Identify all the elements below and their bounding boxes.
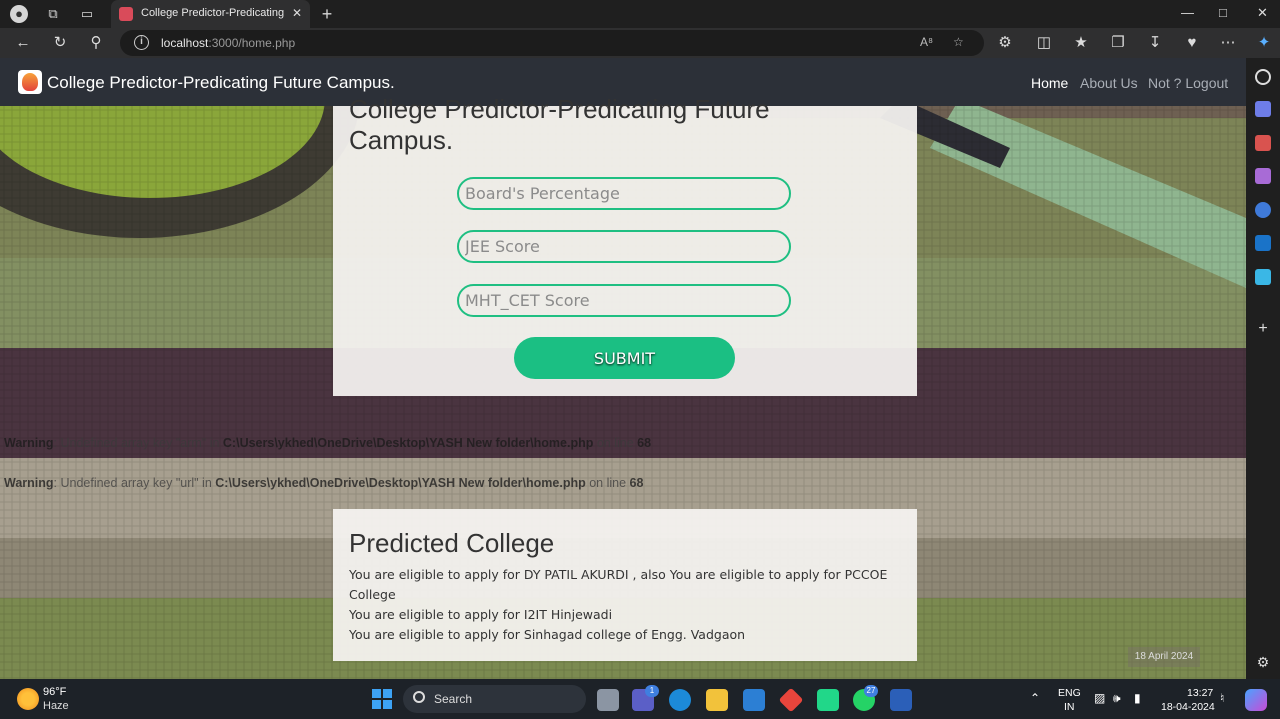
mht-cet-score-input[interactable]	[457, 284, 791, 317]
read-aloud-icon[interactable]: A⁸	[920, 35, 933, 49]
profile-icon[interactable]: ●	[10, 5, 28, 23]
favorite-star-icon[interactable]: ☆	[953, 35, 964, 49]
windows-taskbar: 96°F Haze Search 1 27 ⌃ ENG IN ▨ 🕪 ▮ 13:…	[0, 679, 1280, 719]
url-path: :3000/home.php	[208, 36, 296, 50]
split-screen-icon[interactable]: ◫	[1035, 34, 1053, 52]
prediction-result-card: Predicted College You are eligible to ap…	[333, 509, 917, 661]
edge-sidebar: + ⚙	[1246, 58, 1280, 679]
search-magnifier-icon	[413, 691, 425, 703]
favorites-icon[interactable]: ★	[1072, 34, 1090, 52]
settings-more-icon[interactable]: ⋯	[1219, 34, 1237, 52]
search-icon[interactable]: ⚲	[87, 34, 105, 52]
browser-essentials-icon[interactable]: ♥	[1183, 34, 1201, 52]
pycharm-icon[interactable]	[817, 689, 839, 711]
tab-title: College Predictor-Predicating Fut	[141, 7, 286, 19]
tools-icon[interactable]	[1255, 135, 1271, 151]
tab-favicon-icon	[119, 7, 133, 21]
php-warning: Warning: Undefined array key "arm" in C:…	[4, 436, 651, 450]
nav-about-link[interactable]: About Us	[1080, 75, 1138, 91]
battery-icon[interactable]: ▮	[1134, 691, 1141, 705]
sidebar-search-icon[interactable]	[1255, 69, 1271, 85]
warning-file: C:\Users\ykhed\OneDrive\Desktop\YASH New…	[222, 436, 594, 450]
browser-tab-bar: ● ⧉ ▭ College Predictor-Predicating Fut …	[0, 0, 1280, 28]
result-line: You are eligible to apply for Sinhagad c…	[349, 627, 746, 642]
prediction-form-card: College Predictor-Predicating Future Cam…	[333, 94, 917, 396]
taskbar-search[interactable]: Search	[403, 685, 586, 713]
word-icon[interactable]	[890, 689, 912, 711]
warning-on-line: on line	[593, 436, 638, 450]
vscode-icon[interactable]	[743, 689, 765, 711]
language-primary[interactable]: ENG	[1058, 687, 1081, 699]
window-close-icon[interactable]: ✕	[1257, 5, 1268, 21]
refresh-icon[interactable]: ↻	[51, 34, 69, 52]
result-line: You are eligible to apply for I2IT Hinje…	[349, 607, 613, 622]
warning-label: Warning	[4, 436, 54, 450]
workspaces-icon[interactable]: ⧉	[44, 5, 62, 23]
warning-message: : Undefined array key "url" in	[53, 476, 216, 490]
warning-message: : Undefined array key "arm" in	[53, 436, 223, 450]
warning-on-line: on line	[585, 476, 630, 490]
site-logo-icon[interactable]	[18, 70, 42, 94]
page-viewport: College Predictor-Predicating Future Cam…	[0, 58, 1246, 679]
outlook-icon[interactable]	[1255, 235, 1271, 251]
url-text[interactable]: localhost:3000/home.php	[161, 36, 295, 50]
url-host: localhost	[161, 36, 209, 50]
tab-actions-icon[interactable]: ▭	[78, 5, 96, 23]
back-icon[interactable]: ←	[14, 34, 32, 52]
weather-sun-icon[interactable]	[17, 688, 39, 710]
nav-logout-link[interactable]: Not ? Logout	[1148, 75, 1228, 91]
minimize-icon[interactable]: —	[1181, 5, 1194, 20]
clock-date[interactable]: 18-04-2024	[1161, 701, 1215, 713]
copilot-icon[interactable]: ✦	[1255, 34, 1273, 52]
warning-label: Warning	[4, 476, 54, 490]
start-windows-icon[interactable]	[372, 689, 392, 709]
task-view-icon[interactable]	[597, 689, 619, 711]
submit-button[interactable]: SUBMIT	[514, 337, 735, 379]
taskbar-search-label: Search	[434, 692, 473, 706]
jee-score-input[interactable]	[457, 230, 791, 263]
board-percentage-input[interactable]	[457, 177, 791, 210]
extensions-icon[interactable]: ⚙	[996, 34, 1014, 52]
downloads-icon[interactable]: ↧	[1146, 34, 1164, 52]
nav-home-link[interactable]: Home	[1031, 75, 1068, 91]
maximize-icon[interactable]: □	[1219, 5, 1227, 20]
warning-file: C:\Users\ykhed\OneDrive\Desktop\YASH New…	[215, 476, 586, 490]
language-secondary[interactable]: IN	[1064, 701, 1075, 713]
volume-icon[interactable]: 🕪	[1113, 691, 1121, 706]
new-tab-icon[interactable]: +	[318, 5, 336, 23]
drop-icon[interactable]	[1255, 269, 1271, 285]
collections-icon[interactable]: ❐	[1109, 34, 1127, 52]
address-bar[interactable]: i localhost:3000/home.php A⁸ ☆	[120, 30, 984, 56]
form-heading: College Predictor-Predicating Future Cam…	[349, 94, 770, 155]
git-icon[interactable]	[778, 687, 804, 713]
network-icon[interactable]: ▨	[1094, 691, 1105, 705]
copilot-sidebar-icon[interactable]	[1255, 202, 1271, 218]
tab-active[interactable]: College Predictor-Predicating Fut ✕	[111, 0, 310, 28]
browser-toolbar: ← ↻ ⚲ i localhost:3000/home.php A⁸ ☆ ⚙ ◫…	[0, 28, 1280, 58]
site-info-icon[interactable]: i	[134, 35, 149, 50]
whatsapp-badge: 27	[864, 685, 878, 697]
edge-taskbar-icon[interactable]	[669, 689, 691, 711]
result-line: You are eligible to apply for DY PATIL A…	[349, 567, 888, 602]
php-warning: Warning: Undefined array key "url" in C:…	[4, 476, 643, 490]
shopping-tag-icon[interactable]	[1255, 101, 1271, 117]
clock-time[interactable]: 13:27	[1187, 687, 1213, 699]
copilot-taskbar-icon[interactable]	[1245, 689, 1267, 711]
sidebar-settings-icon[interactable]: ⚙	[1255, 654, 1271, 670]
tray-chevron-icon[interactable]: ⌃	[1030, 691, 1040, 705]
warning-line-number: 68	[637, 436, 652, 450]
games-icon[interactable]	[1255, 168, 1271, 184]
teams-badge: 1	[645, 685, 659, 697]
add-sidebar-app-icon[interactable]: +	[1255, 321, 1271, 337]
warning-line-number: 68	[629, 476, 644, 490]
date-badge: 18 April 2024	[1128, 647, 1200, 667]
file-explorer-icon[interactable]	[706, 689, 728, 711]
notification-bell-icon[interactable]: ♮	[1220, 691, 1224, 705]
site-brand[interactable]: College Predictor-Predicating Future Cam…	[47, 73, 395, 93]
weather-condition[interactable]: Haze	[43, 700, 69, 712]
result-title: Predicted College	[349, 528, 555, 558]
weather-temp[interactable]: 96°F	[43, 686, 66, 698]
tab-close-icon[interactable]: ✕	[292, 6, 302, 20]
